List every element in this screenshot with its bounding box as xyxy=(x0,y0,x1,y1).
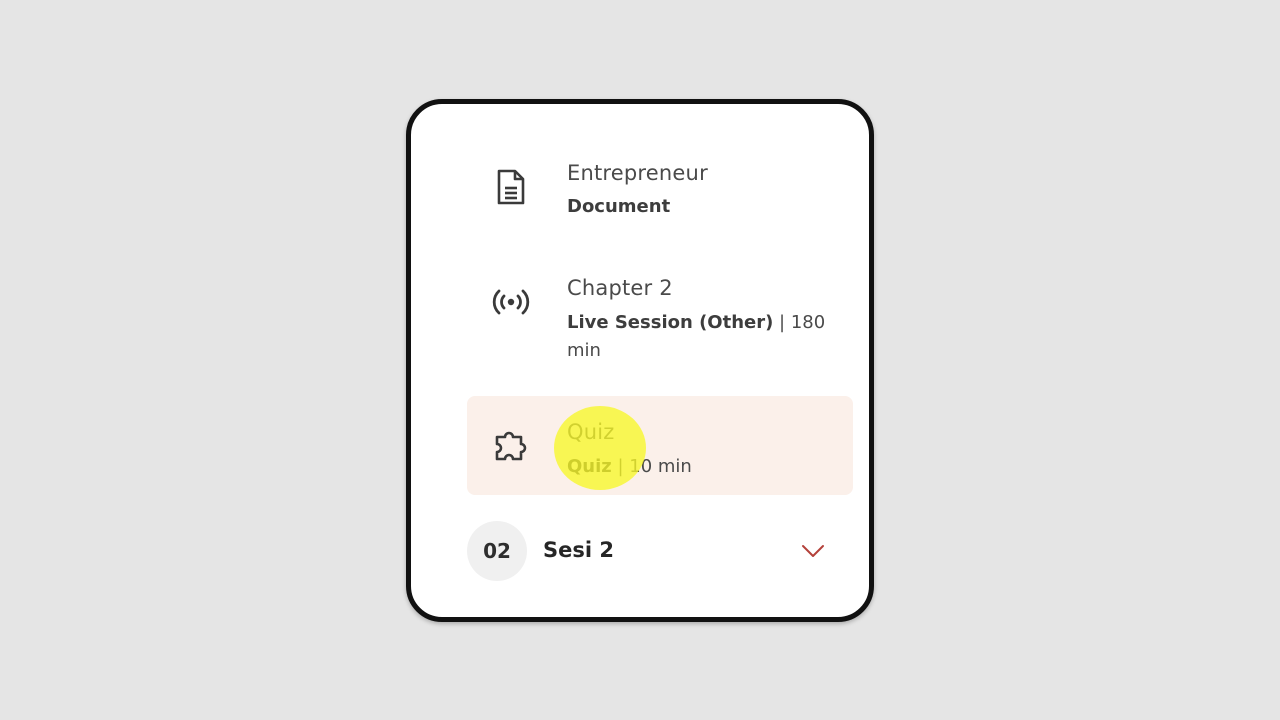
course-item-title: Entrepreneur xyxy=(567,161,708,185)
course-item-meta: Quiz | 10 min xyxy=(567,453,837,481)
course-item-quiz[interactable]: Quiz Quiz | 10 min xyxy=(467,396,853,495)
course-content-panel: Entrepreneur Document Chapter 2 Live Ses… xyxy=(406,99,874,622)
course-item-type: Quiz xyxy=(567,456,612,477)
course-item-meta: Document xyxy=(567,193,837,221)
broadcast-icon xyxy=(489,280,533,324)
chevron-down-icon[interactable] xyxy=(799,537,827,565)
page: Entrepreneur Document Chapter 2 Live Ses… xyxy=(0,0,1280,720)
course-item-type: Live Session (Other) xyxy=(567,312,774,333)
course-item-chapter-2[interactable]: Chapter 2 Live Session (Other) | 180 min xyxy=(467,272,853,372)
course-item-entrepreneur[interactable]: Entrepreneur Document xyxy=(467,156,853,236)
section-number-badge: 02 xyxy=(467,521,527,581)
course-item-meta: Live Session (Other) | 180 min xyxy=(567,309,837,365)
section-header-sesi-2[interactable]: 02 Sesi 2 xyxy=(467,521,853,583)
course-item-title: Quiz xyxy=(567,420,615,444)
document-icon xyxy=(489,165,533,209)
course-item-type: Document xyxy=(567,196,671,217)
section-title: Sesi 2 xyxy=(543,538,614,562)
course-item-detail: | 10 min xyxy=(611,456,692,477)
puzzle-icon xyxy=(489,423,533,467)
course-item-title: Chapter 2 xyxy=(567,276,673,300)
